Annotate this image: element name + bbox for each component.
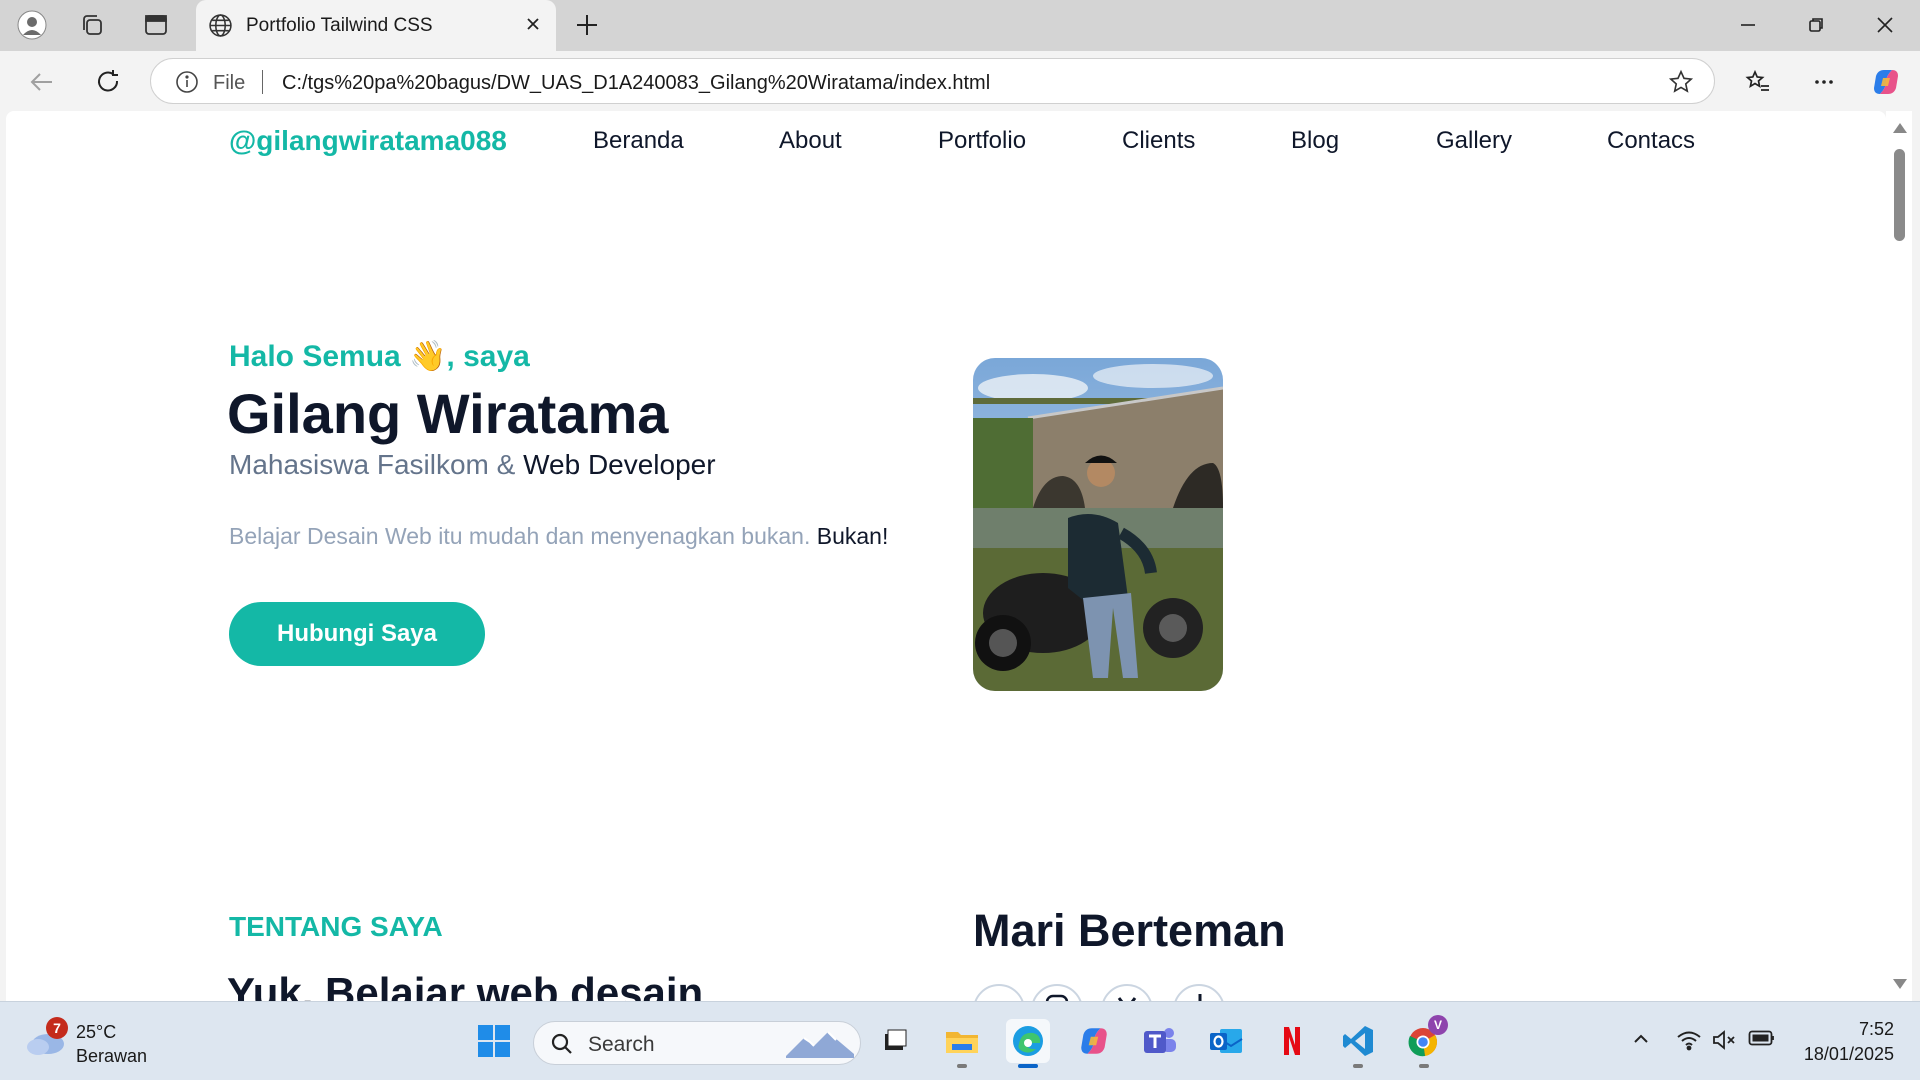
more-options-icon[interactable]: [1804, 62, 1844, 102]
chrome-profile-badge: V: [1428, 1015, 1448, 1035]
favorite-star-icon[interactable]: [1668, 69, 1694, 100]
hero-name: Gilang Wiratama: [227, 382, 669, 445]
search-label: Search: [588, 1033, 655, 1056]
close-tab-icon[interactable]: [522, 13, 544, 40]
browser-toolbar: File C:/tgs%20pa%20bagus/DW_UAS_D1A24008…: [0, 51, 1920, 111]
taskbar-edge[interactable]: [1006, 1019, 1050, 1068]
url-separator: [262, 70, 263, 94]
back-icon[interactable]: [22, 62, 62, 102]
taskbar-netflix[interactable]: [1270, 1019, 1314, 1063]
site-brand[interactable]: @gilangwiratama088: [229, 125, 507, 157]
social-link-instagram[interactable]: [1031, 984, 1083, 1001]
new-tab-icon[interactable]: [572, 10, 602, 45]
profile-icon[interactable]: [14, 8, 50, 42]
taskbar-file-explorer[interactable]: [940, 1019, 984, 1068]
hero-greeting: Halo Semua 👋, saya: [229, 340, 530, 373]
clock-time: 7:52: [1858, 1019, 1894, 1039]
weather-notification-badge: 7: [46, 1017, 68, 1039]
close-window-icon[interactable]: [1862, 10, 1908, 40]
hero-role: Mahasiswa Fasilkom & Web Developer: [229, 449, 716, 480]
taskbar-chrome[interactable]: V: [1402, 1015, 1448, 1068]
taskbar-vscode[interactable]: [1336, 1019, 1380, 1068]
hero-tagline: Belajar Desain Web itu mudah dan menyena…: [229, 523, 889, 549]
taskbar-search[interactable]: Search: [533, 1021, 861, 1065]
social-link-youtube[interactable]: [973, 984, 1025, 1001]
weather-temperature: 25°C: [76, 1022, 117, 1042]
about-section-label: TENTANG SAYA: [229, 911, 443, 942]
social-link-x[interactable]: [1101, 984, 1153, 1001]
page-viewport: @gilangwiratama088 Beranda About Portfol…: [6, 111, 1886, 1001]
friends-section-title: Mari Berteman: [973, 905, 1286, 956]
clock-date: 18/01/2025: [1803, 1044, 1894, 1064]
scroll-down-arrow-icon[interactable]: [1893, 979, 1907, 989]
nav-contacs[interactable]: Contacs: [1607, 127, 1695, 155]
url-scheme: File: [213, 72, 246, 94]
browser-tab-strip: Portfolio Tailwind CSS: [0, 0, 1920, 51]
taskbar-copilot[interactable]: [1072, 1019, 1116, 1063]
volume-muted-icon[interactable]: [1712, 1029, 1738, 1051]
address-bar[interactable]: File C:/tgs%20pa%20bagus/DW_UAS_D1A24008…: [150, 58, 1715, 104]
start-button[interactable]: [472, 1019, 516, 1063]
contact-me-button[interactable]: Hubungi Saya: [229, 602, 485, 666]
profile-photo: [973, 358, 1223, 691]
minimize-icon[interactable]: [1725, 10, 1771, 40]
windows-taskbar: 7 25°C Berawan Search V 7:52 18/01/2025: [0, 1001, 1920, 1080]
vertical-tabs-icon[interactable]: [138, 8, 174, 42]
taskbar-clock[interactable]: 7:52 18/01/2025: [1804, 1017, 1894, 1067]
site-info-icon[interactable]: [175, 70, 199, 99]
nav-portfolio[interactable]: Portfolio: [938, 127, 1026, 155]
nav-blog[interactable]: Blog: [1291, 127, 1339, 155]
wifi-icon[interactable]: [1676, 1029, 1702, 1051]
show-hidden-icons-chevron-icon[interactable]: [1631, 1029, 1651, 1049]
search-icon: [550, 1032, 574, 1061]
url-text[interactable]: C:/tgs%20pa%20bagus/DW_UAS_D1A240083_Gil…: [282, 72, 990, 95]
copilot-icon[interactable]: [1866, 62, 1906, 102]
taskbar-teams[interactable]: [1138, 1019, 1182, 1063]
favorites-icon[interactable]: [1738, 62, 1778, 102]
nav-clients[interactable]: Clients: [1122, 127, 1195, 155]
taskbar-outlook[interactable]: [1204, 1019, 1248, 1063]
globe-icon: [208, 13, 233, 43]
active-tab[interactable]: Portfolio Tailwind CSS: [196, 0, 556, 51]
refresh-icon[interactable]: [88, 62, 128, 102]
taskbar-task-view[interactable]: [872, 1019, 916, 1063]
nav-about[interactable]: About: [779, 127, 842, 155]
waving-hand-emoji: 👋: [409, 340, 447, 373]
about-section-title: Yuk, Belajar web desain: [227, 969, 704, 1001]
search-highlight-art-icon: [784, 1028, 856, 1065]
scrollbar-thumb[interactable]: [1894, 149, 1905, 241]
tab-title: Portfolio Tailwind CSS: [246, 15, 433, 36]
battery-icon[interactable]: [1748, 1029, 1776, 1047]
workspaces-icon[interactable]: [74, 8, 110, 42]
restore-icon[interactable]: [1793, 10, 1839, 40]
nav-gallery[interactable]: Gallery: [1436, 127, 1512, 155]
nav-beranda[interactable]: Beranda: [593, 127, 684, 155]
page-scrollbar[interactable]: [1886, 111, 1912, 1001]
social-link-tiktok[interactable]: [1173, 984, 1225, 1001]
scroll-up-arrow-icon[interactable]: [1893, 123, 1907, 133]
weather-condition: Berawan: [76, 1046, 148, 1066]
